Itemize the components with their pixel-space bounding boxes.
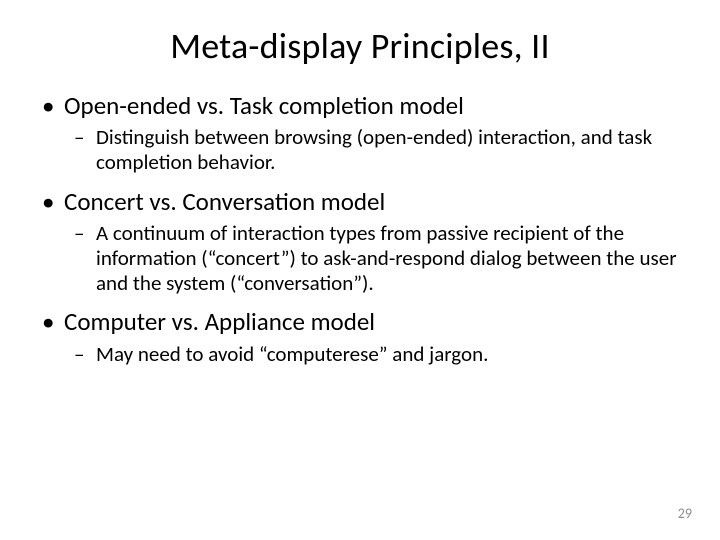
list-item: Computer vs. Appliance model [36, 306, 684, 337]
slide: Meta-display Principles, II Open-ended v… [0, 0, 720, 540]
page-number: 29 [678, 505, 692, 522]
list-item: Concert vs. Conversation model [36, 186, 684, 217]
list-subitem: A continuum of interaction types from pa… [36, 221, 684, 297]
list-item: Open-ended vs. Task completion model [36, 90, 684, 121]
bullet-list: Open-ended vs. Task completion model Dis… [36, 90, 684, 367]
slide-title: Meta-display Principles, II [36, 24, 684, 68]
list-subitem: May need to avoid “computerese” and jarg… [36, 342, 684, 367]
list-subitem: Distinguish between browsing (open-ended… [36, 125, 684, 175]
